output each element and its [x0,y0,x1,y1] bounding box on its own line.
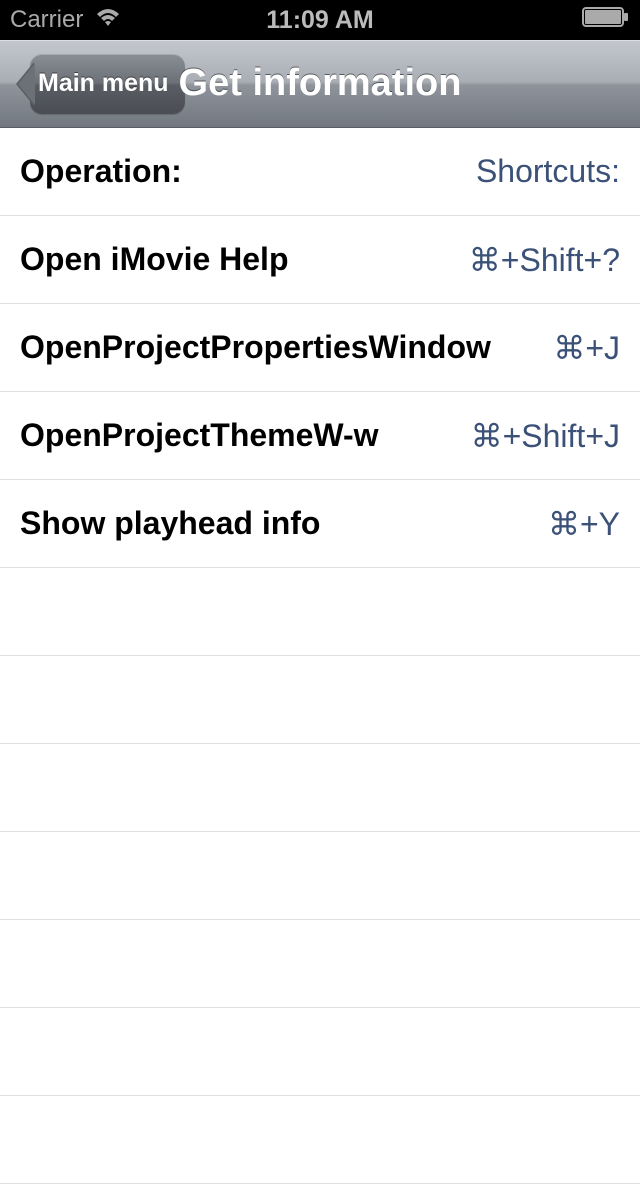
status-time: 11:09 AM [266,6,373,35]
table-row[interactable] [0,656,640,744]
header-shortcut: Shortcuts: [464,153,620,190]
table-row[interactable]: OpenProjectPropertiesWindow ⌘+J [0,304,640,392]
battery-icon [582,6,630,34]
table-row[interactable] [0,832,640,920]
row-operation: Show playhead info [20,505,320,542]
table-row[interactable] [0,568,640,656]
row-operation: Open iMovie Help [20,241,288,278]
wifi-icon [93,6,123,35]
status-right [582,6,630,34]
table-row[interactable] [0,1096,640,1184]
back-button[interactable]: Main menu [30,54,185,114]
row-shortcut: ⌘+J [541,329,620,367]
status-left: Carrier [10,6,123,35]
row-shortcut: ⌘+Shift+J [459,417,620,455]
carrier-label: Carrier [10,6,83,34]
table-row[interactable]: Open iMovie Help ⌘+Shift+? [0,216,640,304]
row-shortcut: ⌘+Shift+? [457,241,620,279]
row-operation: OpenProjectPropertiesWindow [20,329,491,366]
table-row[interactable] [0,1008,640,1096]
row-shortcut: ⌘+Y [536,505,620,543]
table-row[interactable] [0,920,640,1008]
table-row[interactable]: OpenProjectThemeW-w ⌘+Shift+J [0,392,640,480]
header-operation: Operation: [20,153,182,190]
status-bar: Carrier 11:09 AM [0,0,640,40]
table-header-row: Operation: Shortcuts: [0,128,640,216]
shortcuts-table: Operation: Shortcuts: Open iMovie Help ⌘… [0,128,640,1184]
navigation-bar: Main menu Get information [0,40,640,128]
table-row[interactable]: Show playhead info ⌘+Y [0,480,640,568]
row-operation: OpenProjectThemeW-w [20,417,379,454]
table-row[interactable] [0,744,640,832]
back-button-label: Main menu [38,69,169,98]
